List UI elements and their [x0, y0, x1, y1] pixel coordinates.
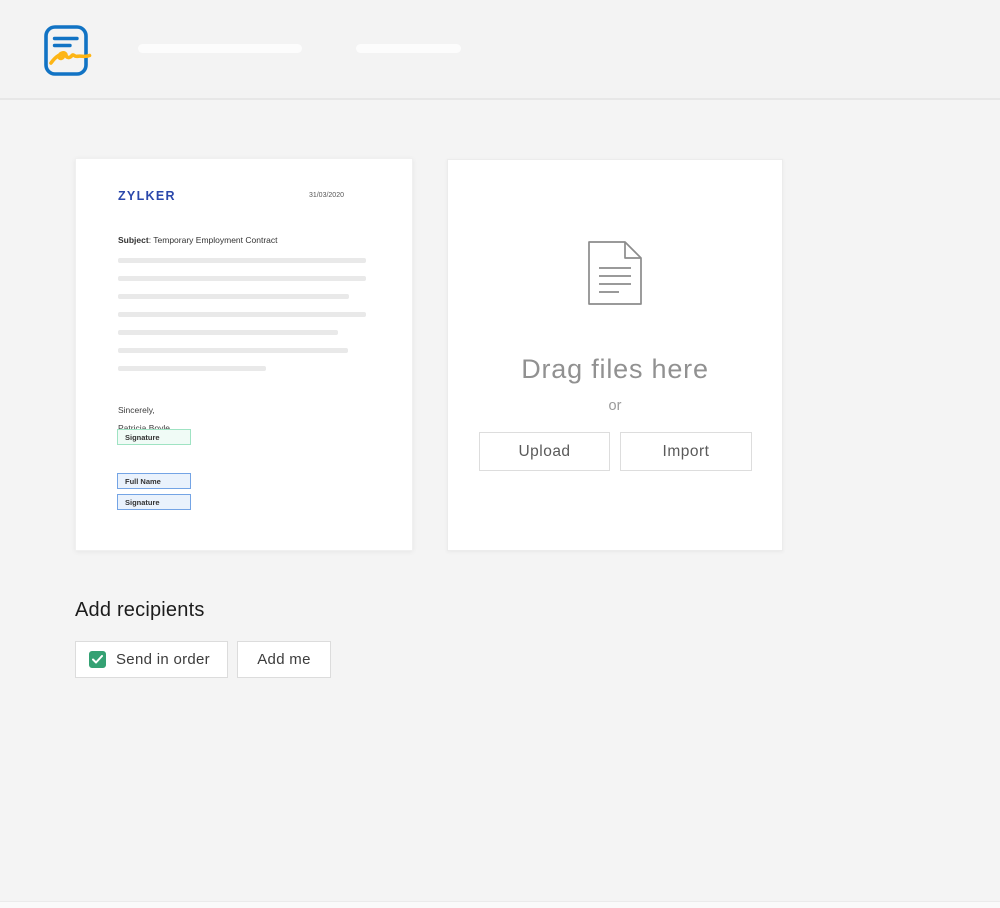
- checkmark-icon: [92, 655, 103, 664]
- app-header: [0, 0, 1000, 100]
- document-subject-text: : Temporary Employment Contract: [149, 235, 278, 245]
- send-in-order-toggle[interactable]: Send in order: [75, 641, 228, 678]
- or-text: or: [448, 398, 782, 414]
- doc-text-placeholder-line: [118, 276, 366, 281]
- app-logo[interactable]: [44, 25, 92, 77]
- sender-signature-field[interactable]: Signature: [117, 429, 191, 445]
- doc-text-placeholder-line: [118, 366, 266, 371]
- page: ZYLKER 31/03/2020 Subject: Temporary Emp…: [0, 0, 1000, 908]
- send-in-order-label: Send in order: [116, 651, 210, 668]
- file-drop-zone[interactable]: Drag files here or Upload Import: [447, 159, 783, 551]
- document-preview-card: ZYLKER 31/03/2020 Subject: Temporary Emp…: [75, 158, 413, 551]
- recipient-fullname-field[interactable]: Full Name: [117, 473, 191, 489]
- document-signature-icon: [44, 25, 92, 77]
- doc-text-placeholder-line: [118, 294, 349, 299]
- recipient-signature-field[interactable]: Signature: [117, 494, 191, 510]
- nav-placeholder-bar-2: [356, 44, 461, 53]
- doc-text-placeholder-line: [118, 348, 348, 353]
- add-recipients-heading: Add recipients: [75, 599, 205, 622]
- doc-text-placeholder-line: [118, 330, 338, 335]
- document-brand: ZYLKER: [118, 189, 176, 203]
- doc-placeholder-lines: [118, 258, 366, 384]
- import-button[interactable]: Import: [620, 432, 752, 471]
- send-in-order-checkbox[interactable]: [89, 651, 106, 668]
- bottom-edge-strip: [0, 901, 1000, 908]
- document-date: 31/03/2020: [309, 192, 344, 199]
- add-me-label: Add me: [257, 651, 311, 668]
- drag-files-here-text: Drag files here: [448, 354, 782, 385]
- document-file-icon: [587, 240, 643, 311]
- document-subject-label: Subject: [118, 235, 149, 245]
- closing-line-1: Sincerely,: [118, 402, 170, 420]
- doc-text-placeholder-line: [118, 258, 366, 263]
- document-subject: Subject: Temporary Employment Contract: [118, 235, 278, 245]
- nav-placeholder-bar-1: [138, 44, 302, 53]
- doc-text-placeholder-line: [118, 312, 366, 317]
- add-me-button[interactable]: Add me: [237, 641, 331, 678]
- upload-button[interactable]: Upload: [479, 432, 610, 471]
